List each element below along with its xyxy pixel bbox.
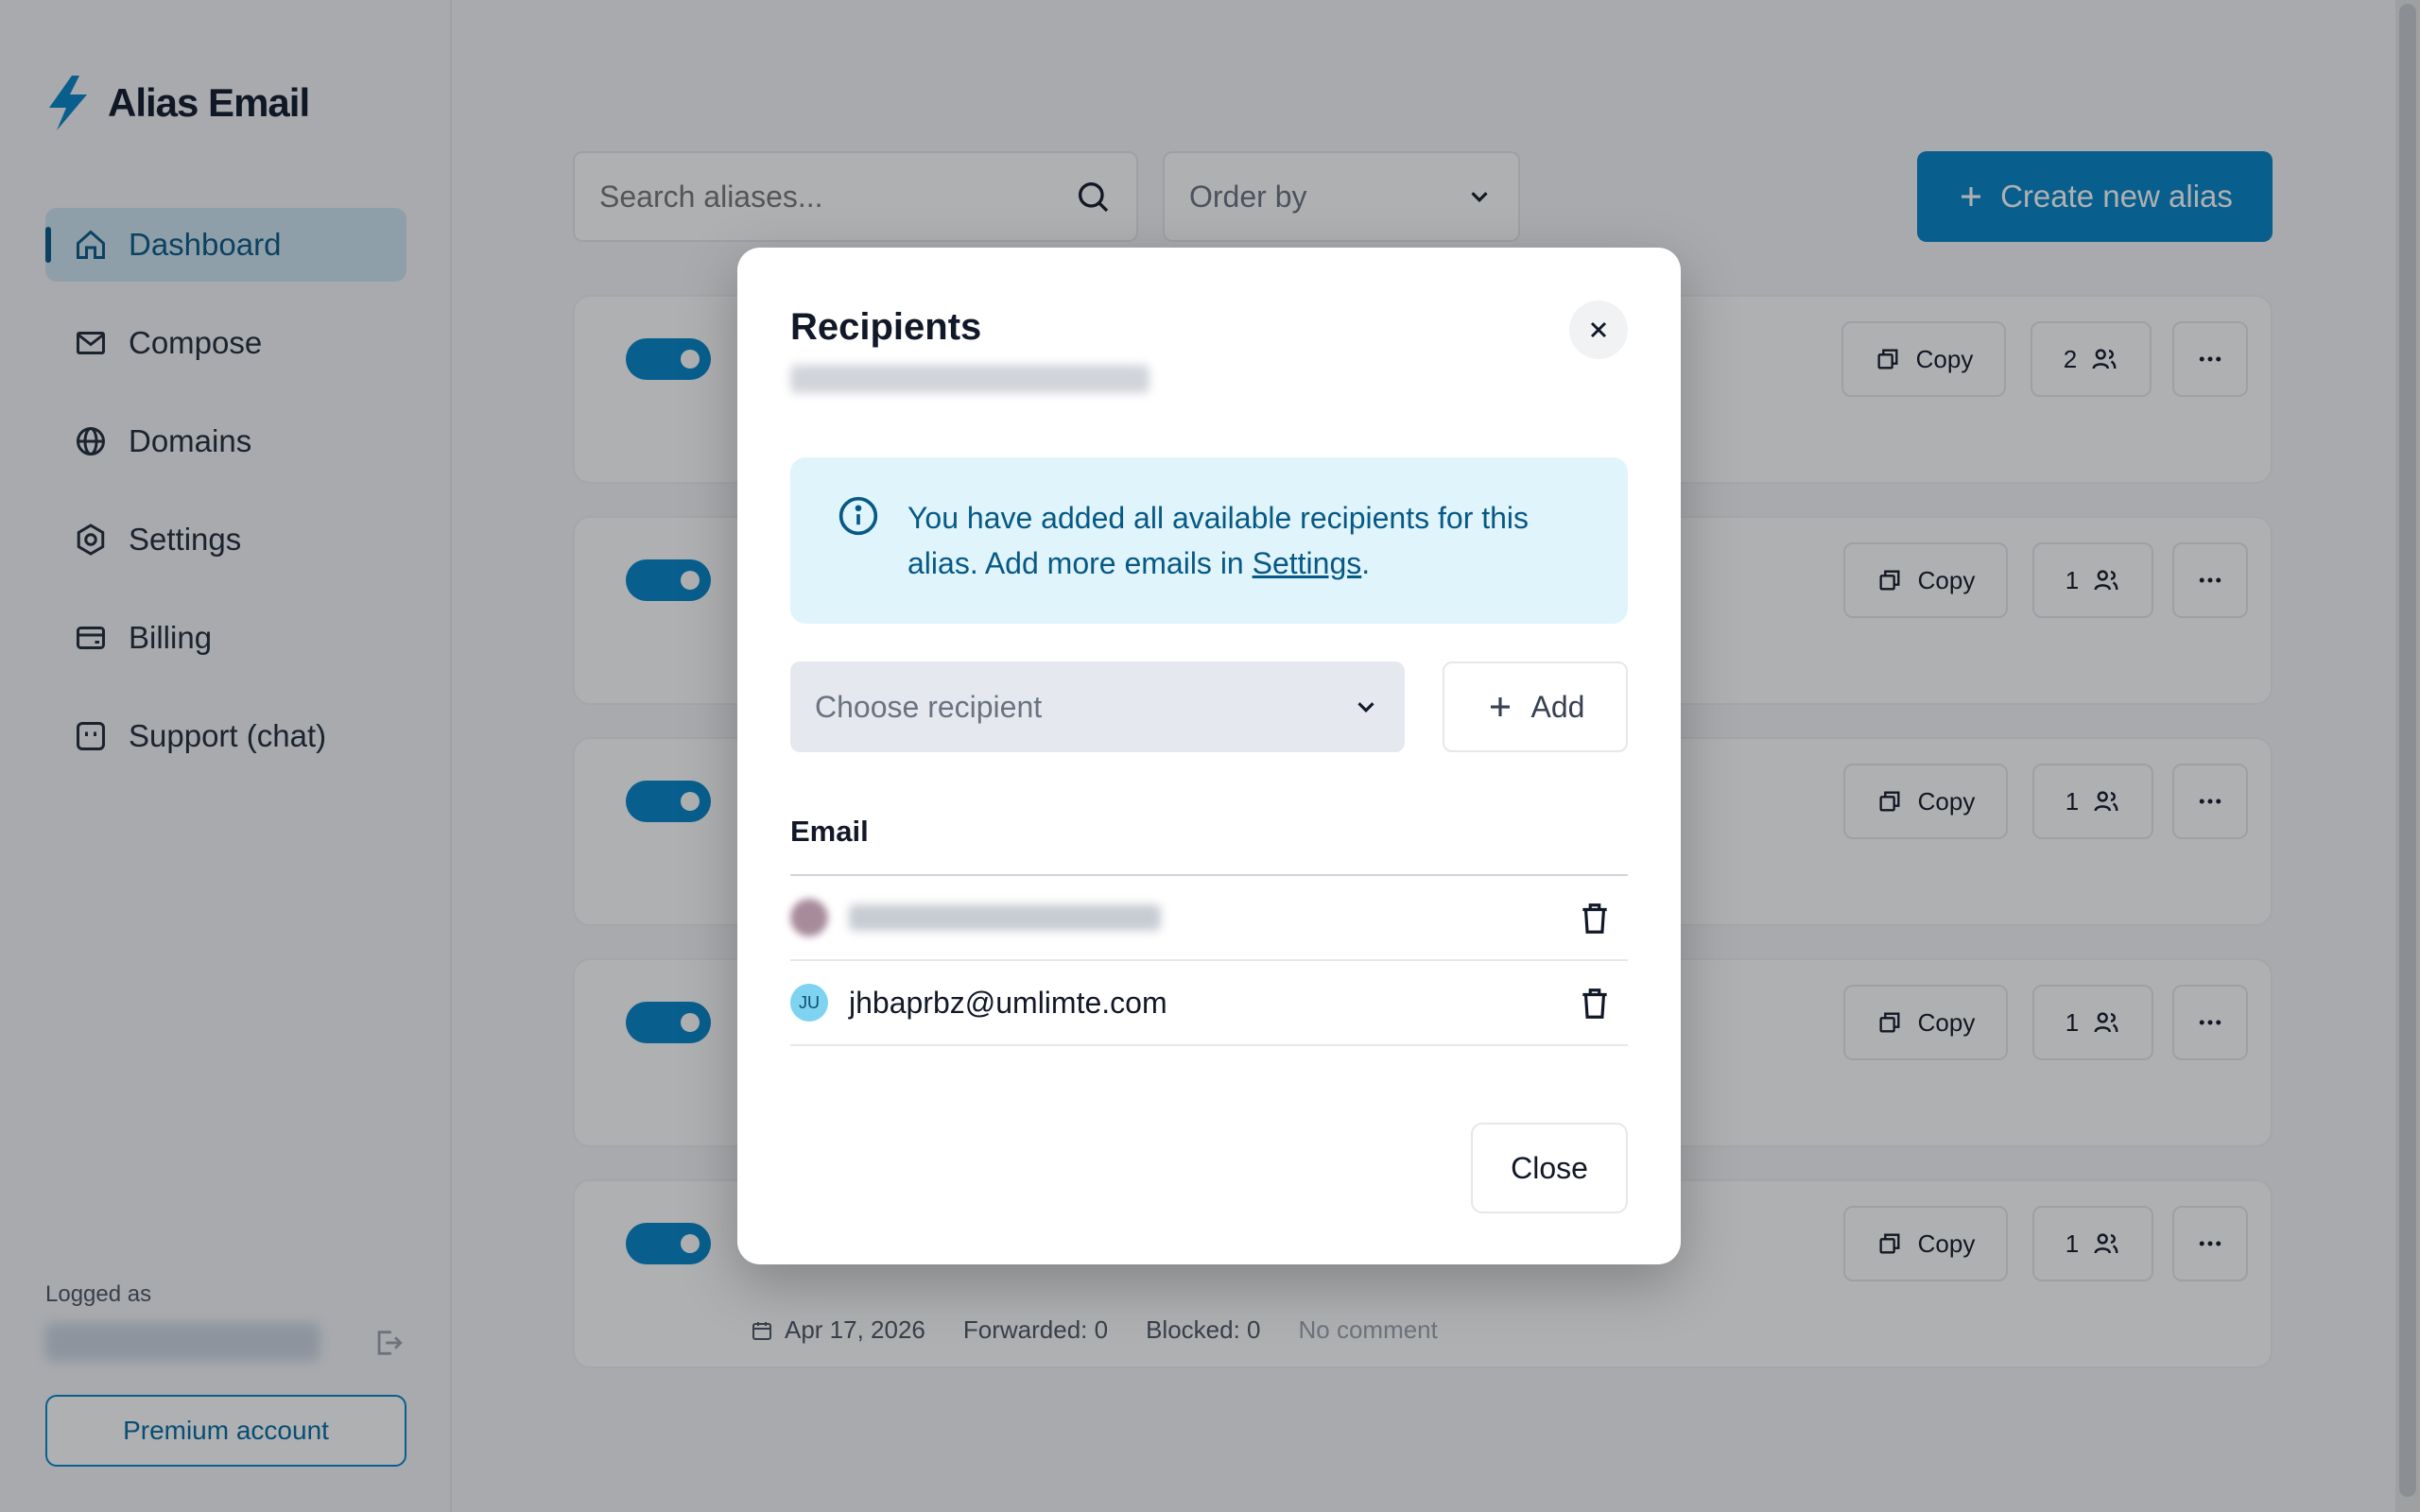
choose-recipient-placeholder: Choose recipient [815,689,1043,724]
add-label: Add [1530,689,1585,724]
settings-link[interactable]: Settings [1253,546,1362,580]
alert-message: You have added all available recipients … [908,501,1530,580]
email-column-header: Email [790,815,869,848]
info-alert: You have added all available recipients … [790,457,1628,624]
trash-icon[interactable] [1577,901,1613,936]
recipient-list: JU jhbaprbz@umlimte.com [790,874,1628,1046]
avatar [790,899,828,936]
recipient-email: jhbaprbz@umlimte.com [849,985,1167,1020]
info-icon [838,496,878,536]
recipient-row [790,876,1628,961]
recipient-row: JU jhbaprbz@umlimte.com [790,961,1628,1046]
recipient-email-redacted [849,904,1161,931]
chevron-down-icon [1357,702,1374,713]
scrollbar-thumb[interactable] [2399,4,2416,1497]
modal-close-button[interactable] [1569,301,1628,359]
trash-icon[interactable] [1577,986,1613,1022]
modal-alias-redacted [790,365,1150,393]
alert-period: . [1361,546,1371,580]
plus-icon [1490,697,1510,716]
scrollbar[interactable] [2395,0,2420,1512]
avatar: JU [790,984,828,1022]
recipients-modal: Recipients You have added all available … [737,248,1681,1264]
close-icon [1590,321,1607,338]
choose-recipient-select[interactable]: Choose recipient [790,662,1405,752]
add-recipient-button[interactable]: Add [1443,662,1628,752]
alert-text: You have added all available recipients … [908,495,1569,586]
modal-title: Recipients [790,306,982,348]
close-button[interactable]: Close [1471,1123,1628,1213]
